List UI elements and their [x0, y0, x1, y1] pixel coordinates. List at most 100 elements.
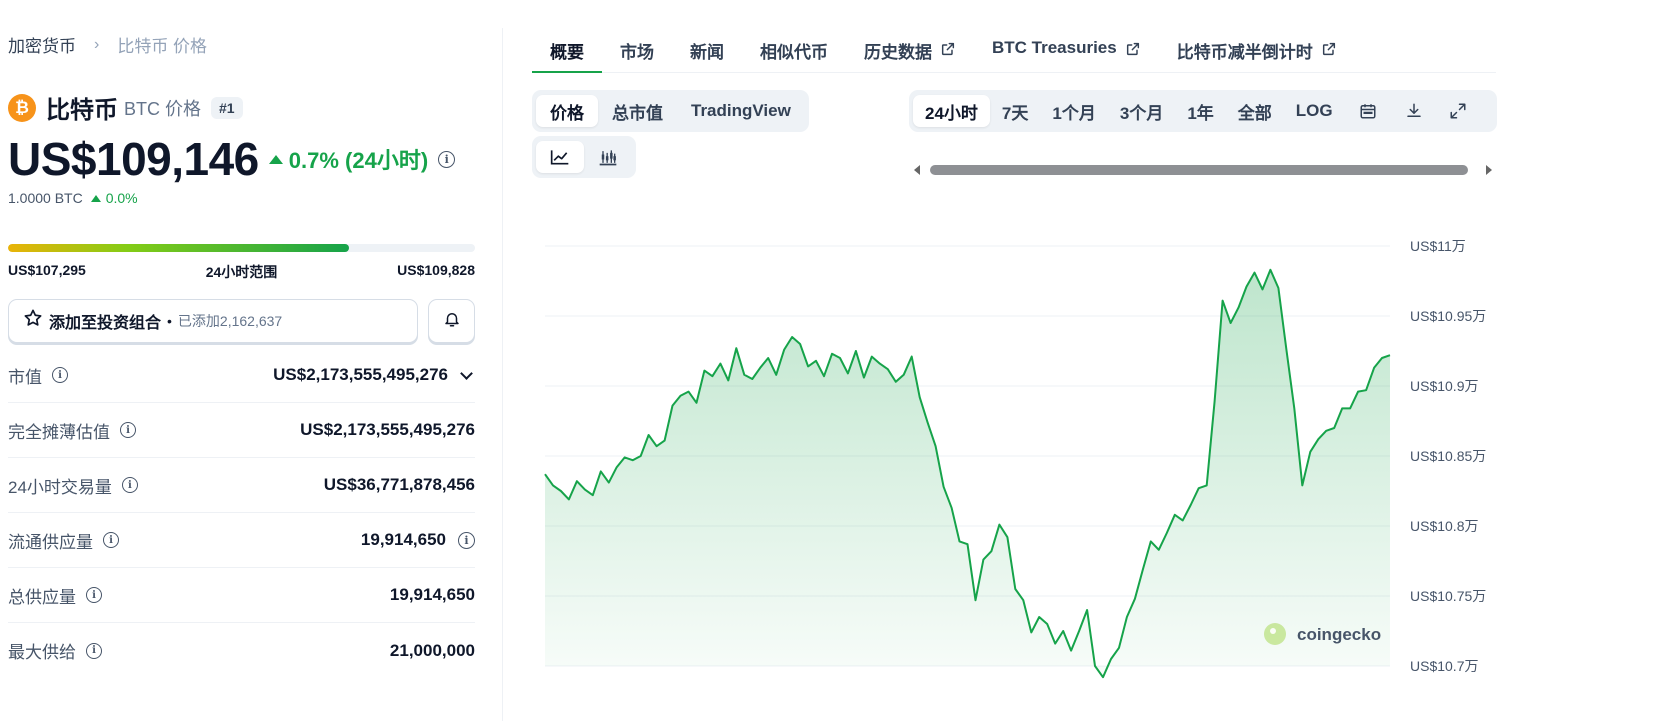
stat-label: 最大供给 — [8, 643, 76, 662]
range-1m-button[interactable]: 1个月 — [1040, 95, 1107, 127]
chevron-down-icon[interactable] — [460, 366, 473, 380]
y-axis-tick-label: US$10.7万 — [1410, 658, 1478, 674]
y-axis-tick-label: US$10.75万 — [1410, 588, 1486, 604]
separator-dot: • — [167, 313, 172, 329]
external-link-icon — [1322, 42, 1335, 56]
range-24h-bar — [8, 244, 475, 252]
add-to-portfolio-label: 添加至投资组合 — [49, 315, 162, 332]
external-link-icon — [941, 42, 955, 56]
download-button[interactable] — [1391, 95, 1437, 127]
stat-label: 24小时交易量 — [8, 477, 112, 497]
stat-value: US$2,173,555,495,276 — [300, 420, 475, 439]
info-icon[interactable]: i — [103, 532, 119, 548]
range-1y-button[interactable]: 1年 — [1175, 95, 1225, 127]
range-7d-button[interactable]: 7天 — [990, 95, 1040, 127]
info-icon[interactable]: i — [120, 422, 136, 438]
scroll-right-icon[interactable] — [1486, 165, 1492, 175]
info-icon[interactable]: i — [458, 531, 475, 549]
y-axis-tick-label: US$10.9万 — [1410, 378, 1478, 394]
tab-label: 历史数据 — [864, 43, 932, 62]
range-high: US$109,828 — [397, 262, 475, 278]
tab-overview[interactable]: 概要 — [532, 28, 602, 73]
range-24h-fill — [8, 244, 349, 252]
candlestick-chart-button[interactable] — [584, 141, 632, 173]
line-chart-icon — [550, 150, 569, 165]
expand-icon — [1450, 103, 1466, 119]
stat-label: 总供应量 — [8, 587, 76, 607]
coin-header: ₿ 比特币 BTC 价格 #1 — [8, 90, 243, 125]
stat-value: US$2,173,555,495,276 — [273, 365, 448, 384]
btc-value: 1.0000 BTC — [8, 190, 83, 206]
tab-label: 比特币减半倒计时 — [1176, 43, 1313, 62]
coin-overview-panel: 加密货币 › 比特币 价格 ₿ 比特币 BTC 价格 #1 US$109,146… — [8, 0, 508, 721]
tab-markets[interactable]: 市场 — [602, 28, 672, 73]
y-axis-tick-label: US$10.85万 — [1410, 448, 1486, 464]
price-change-text: 0.7% (24小时) — [288, 148, 429, 173]
stat-row-total-supply: 总供应量 i 19,914,650 — [8, 568, 475, 623]
price-area-fill — [545, 269, 1390, 678]
line-chart-button[interactable] — [536, 141, 584, 173]
tab-similar-coins[interactable]: 相似代币 — [742, 28, 846, 73]
triangle-up-icon — [90, 194, 101, 202]
chevron-right-icon: › — [94, 35, 100, 53]
stat-value: 19,914,650 — [360, 530, 446, 549]
coingecko-watermark: coingecko — [1264, 623, 1381, 645]
info-icon[interactable]: i — [438, 150, 456, 168]
chart-type-price[interactable]: 价格 — [536, 95, 598, 127]
range-all-button[interactable]: 全部 — [1226, 95, 1284, 127]
price-row: US$109,146 0.7% (24小时) i — [8, 132, 456, 186]
chart-style-switch — [532, 136, 636, 178]
range-24h-labels: US$107,295 24小时范围 US$109,828 — [8, 262, 475, 282]
stat-row-max-supply: 最大供给 i 21,000,000 — [8, 623, 475, 678]
price-change-24h: 0.7% (24小时) — [268, 143, 429, 175]
y-axis-tick-label: US$10.95万 — [1410, 308, 1486, 324]
scroll-left-icon[interactable] — [914, 165, 920, 175]
expand-button[interactable] — [1437, 95, 1479, 127]
breadcrumb-link-crypto[interactable]: 加密货币 — [8, 32, 76, 57]
range-24h-button[interactable]: 24小时 — [913, 95, 990, 127]
breadcrumb-current: 比特币 价格 — [117, 37, 208, 56]
price-chart[interactable]: US$11万 US$10.95万 US$10.9万 US$10.85万 US$10.8万… — [532, 220, 1496, 721]
watermark-text: coingecko — [1297, 625, 1381, 644]
price-alert-button[interactable] — [428, 299, 475, 343]
tab-label: 相似代币 — [760, 43, 828, 62]
tab-halving-countdown[interactable]: 比特币减半倒计时 — [1159, 28, 1355, 73]
chart-type-tradingview[interactable]: TradingView — [677, 95, 805, 127]
info-icon[interactable]: i — [86, 587, 102, 603]
gecko-logo-icon — [1264, 623, 1286, 645]
tab-news[interactable]: 新闻 — [672, 28, 742, 73]
tab-bar: 概要 市场 新闻 相似代币 历史数据 BTC Treasuries 比特币减半倒… — [532, 28, 1496, 73]
range-low: US$107,295 — [8, 262, 86, 278]
stat-value: US$36,771,878,456 — [323, 475, 475, 494]
stat-value: 21,000,000 — [389, 640, 475, 660]
stat-value: 19,914,650 — [389, 585, 475, 604]
info-icon[interactable]: i — [52, 367, 68, 383]
price-chart-svg[interactable]: US$11万 US$10.95万 US$10.9万 US$10.85万 US$10.8万… — [532, 220, 1496, 721]
candlestick-chart-icon — [599, 150, 617, 166]
y-axis-tick-label: US$11万 — [1410, 238, 1466, 254]
coin-symbol-label: BTC 价格 — [124, 98, 202, 119]
info-icon[interactable]: i — [121, 477, 138, 493]
download-icon — [1406, 103, 1421, 117]
info-icon[interactable]: i — [86, 642, 102, 659]
current-price: US$109,146 — [8, 133, 259, 185]
range-3m-button[interactable]: 3个月 — [1108, 95, 1175, 127]
add-to-portfolio-button[interactable]: 添加至投资组合 • 已添加2,162,637 — [8, 299, 418, 343]
triangle-up-icon — [268, 154, 283, 164]
btc-change-text: 0.0% — [105, 190, 138, 206]
scrollbar-thumb[interactable] — [930, 165, 1468, 175]
chart-type-market-cap[interactable]: 总市值 — [598, 95, 677, 127]
calendar-button[interactable] — [1345, 95, 1391, 127]
chart-type-switch: 价格 总市值 TradingView — [532, 90, 809, 132]
range-log-button[interactable]: LOG — [1284, 95, 1345, 127]
tab-btc-treasuries[interactable]: BTC Treasuries — [974, 28, 1159, 73]
breadcrumb: 加密货币 › 比特币 价格 — [8, 32, 207, 57]
stat-row-fdv: 完全摊薄估值 i US$2,173,555,495,276 — [8, 403, 475, 458]
tab-historical-data[interactable]: 历史数据 — [846, 28, 974, 73]
range-label: 24小时范围 — [205, 264, 278, 280]
stat-label: 市值 — [8, 367, 42, 387]
chart-navigator-scrollbar[interactable] — [912, 162, 1494, 178]
btc-price-row: 1.0000 BTC 0.0% — [8, 190, 138, 206]
time-range-switch: 24小时 7天 1个月 3个月 1年 全部 LOG — [909, 90, 1497, 132]
tab-label: BTC Treasuries — [992, 38, 1117, 57]
